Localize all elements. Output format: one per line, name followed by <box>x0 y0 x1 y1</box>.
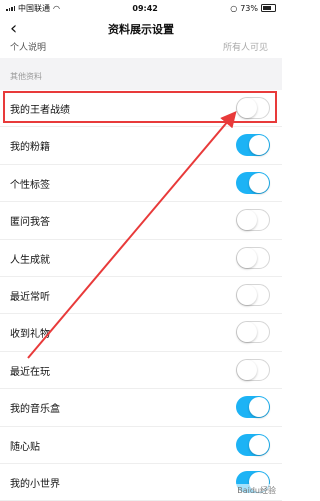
toggle-switch[interactable] <box>236 97 270 119</box>
settings-row[interactable]: 匿问我答 <box>0 202 282 240</box>
status-right: ○ 73% <box>230 4 276 13</box>
settings-row-label: 随心贴 <box>10 441 40 453</box>
section-header-label: 其他资料 <box>10 72 42 81</box>
settings-row-label: 我的小世界 <box>10 478 60 490</box>
settings-row[interactable]: 最近常听 <box>0 276 282 315</box>
battery-icon <box>261 4 276 12</box>
settings-row-label: 我的王者战绩 <box>10 105 70 116</box>
status-left: 中国联通 ◠ <box>6 3 60 14</box>
alarm-icon: ○ <box>230 3 238 13</box>
personal-description-label: 个人说明 <box>10 43 47 53</box>
wifi-icon: ◠ <box>53 3 60 13</box>
toggle-switch[interactable] <box>236 171 270 194</box>
section-header: 其他资料 <box>0 58 282 90</box>
toggle-knob <box>237 210 257 231</box>
settings-row[interactable]: 我的王者战绩 <box>0 90 282 128</box>
toggle-knob <box>237 284 257 305</box>
watermark: Baidu经验 <box>235 484 278 497</box>
battery-percent: 73% <box>240 3 258 13</box>
settings-row[interactable]: 我的音乐盒 <box>0 389 282 427</box>
settings-row-label: 我的音乐盒 <box>10 404 60 416</box>
settings-row-label: 人生成就 <box>10 254 50 266</box>
toggle-switch[interactable] <box>236 433 270 456</box>
toggle-knob <box>249 434 269 455</box>
settings-row[interactable]: 随心贴 <box>0 426 282 464</box>
status-time: 09:42 <box>132 3 158 13</box>
toggle-knob <box>237 98 257 118</box>
status-bar: 中国联通 ◠ 09:42 ○ 73% <box>0 0 282 16</box>
personal-description-row[interactable]: 个人说明 所有人可见 <box>0 42 282 56</box>
toggle-knob <box>237 247 257 268</box>
nav-bar: ‹ 资料展示设置 <box>0 16 282 42</box>
settings-row-label: 收到礼物 <box>10 329 50 341</box>
settings-list: 我的王者战绩 我的粉籍个性标签匿问我答人生成就最近常听收到礼物最近在玩我的音乐盒随… <box>0 90 282 501</box>
toggle-switch[interactable] <box>236 358 270 381</box>
settings-row[interactable]: 人生成就 <box>0 239 282 277</box>
back-icon[interactable]: ‹ <box>10 18 17 40</box>
toggle-switch[interactable] <box>236 321 270 344</box>
settings-row-label: 最近在玩 <box>10 366 50 378</box>
carrier-label: 中国联通 <box>18 3 50 13</box>
toggle-switch[interactable] <box>236 209 270 232</box>
toggle-switch[interactable] <box>236 246 270 269</box>
settings-row[interactable]: 个性标签 <box>0 164 282 203</box>
settings-row[interactable]: 最近在玩 <box>0 351 282 390</box>
settings-row-label: 最近常听 <box>10 291 50 303</box>
toggle-switch[interactable] <box>236 134 270 157</box>
toggle-switch[interactable] <box>236 283 270 306</box>
settings-row-label: 我的粉籍 <box>10 142 50 154</box>
settings-row[interactable]: 我的粉籍 <box>0 127 282 165</box>
toggle-knob <box>237 359 257 380</box>
toggle-knob <box>249 135 269 156</box>
signal-icon <box>6 5 15 11</box>
page-title: 资料展示设置 <box>108 23 174 36</box>
toggle-knob <box>237 322 257 343</box>
toggle-knob <box>249 172 269 193</box>
toggle-knob <box>249 397 269 418</box>
settings-row[interactable]: 收到礼物 <box>0 314 282 352</box>
settings-row-label: 匿问我答 <box>10 217 50 229</box>
toggle-switch[interactable] <box>236 396 270 419</box>
settings-row-label: 个性标签 <box>10 179 50 191</box>
personal-description-value: 所有人可见 <box>222 43 268 53</box>
